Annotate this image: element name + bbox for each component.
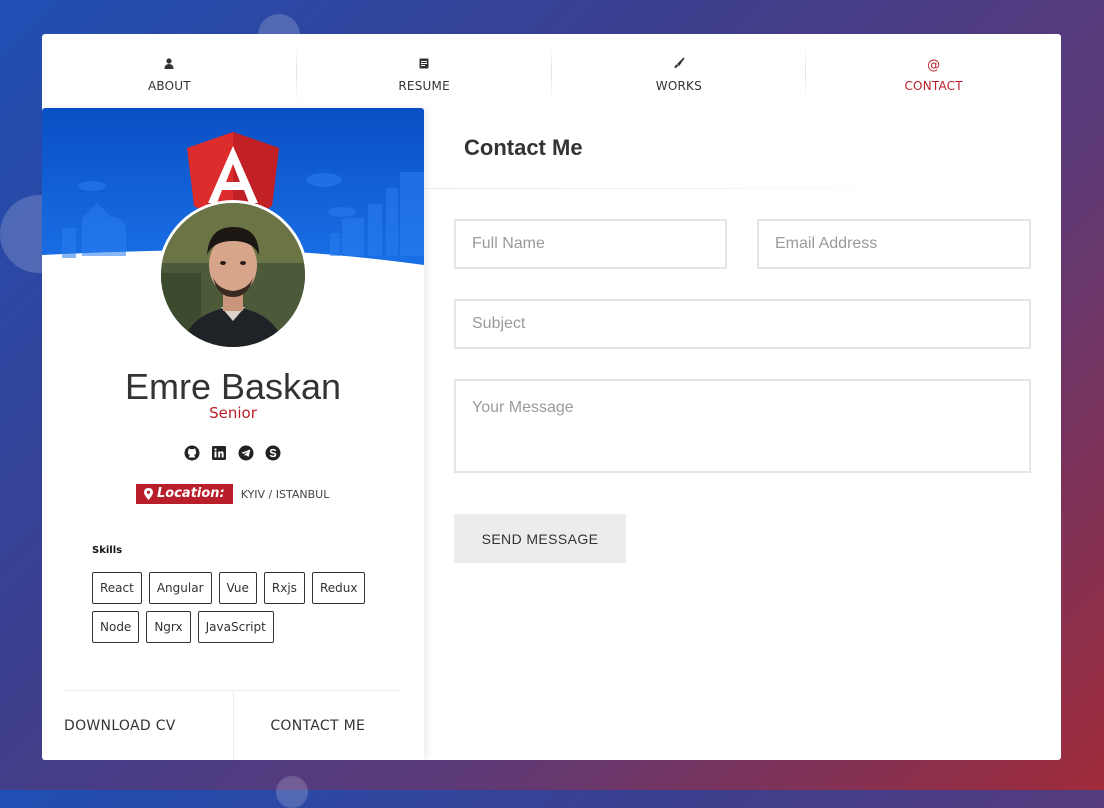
telegram-icon[interactable] <box>238 445 254 461</box>
decor-bubble <box>276 776 308 808</box>
tab-about-label: ABOUT <box>147 79 191 93</box>
linkedin-icon[interactable] <box>211 445 227 461</box>
profile-name: Emre Baskan <box>124 366 342 407</box>
email-input[interactable] <box>757 219 1031 269</box>
full-name-input[interactable] <box>454 219 727 269</box>
profile-actions: DOWNLOAD CV CONTACT ME <box>62 690 402 760</box>
tab-contact-label: CONTACT <box>904 79 963 93</box>
location-value: KYIV / ISTANBUL <box>240 487 330 501</box>
tab-resume-label: RESUME <box>398 79 450 93</box>
location-row: Location: KYIV / ISTANBUL <box>136 484 329 504</box>
location-label: Location: <box>157 486 225 501</box>
top-nav: ABOUT RESUME WORKS @ CONTACT <box>42 34 1061 108</box>
skill-tag: JavaScript <box>197 611 274 643</box>
location-badge: Location: <box>136 484 233 504</box>
tab-contact[interactable]: @ CONTACT <box>806 34 1061 108</box>
social-links <box>184 445 281 461</box>
main-card: ABOUT RESUME WORKS @ CONTACT Emre Baskan… <box>42 34 1061 760</box>
skill-tag: Vue <box>218 572 257 604</box>
brush-icon <box>673 57 685 75</box>
download-cv-button[interactable]: DOWNLOAD CV <box>62 691 234 760</box>
user-icon <box>164 57 174 75</box>
tab-about[interactable]: ABOUT <box>42 34 297 108</box>
profile-card: Emre Baskan Senior Location: KYIV / ISTA… <box>42 108 424 760</box>
skill-tag: React <box>92 572 142 604</box>
tab-works-label: WORKS <box>655 79 702 93</box>
skills-list: React Angular Vue Rxjs Redux Node Ngrx J… <box>92 572 382 643</box>
title-divider <box>424 188 954 189</box>
map-pin-icon <box>144 487 153 500</box>
skill-tag: Redux <box>311 572 366 604</box>
skill-tag: Ngrx <box>146 611 191 643</box>
profile-role: Senior <box>209 404 257 422</box>
subject-input[interactable] <box>454 299 1031 349</box>
skill-tag: Node <box>92 611 140 643</box>
contact-me-button[interactable]: CONTACT ME <box>234 691 403 760</box>
page-title: Contact Me <box>464 135 583 160</box>
github-icon[interactable] <box>184 445 200 461</box>
skype-icon[interactable] <box>265 445 281 461</box>
tab-works[interactable]: WORKS <box>552 34 807 108</box>
skill-tag: Rxjs <box>263 572 305 604</box>
avatar <box>158 200 308 350</box>
message-textarea[interactable] <box>454 379 1031 473</box>
send-message-button[interactable]: SEND MESSAGE <box>454 514 626 563</box>
tab-resume[interactable]: RESUME <box>297 34 552 108</box>
skill-tag: Angular <box>148 572 212 604</box>
skills-title: Skills <box>92 545 123 556</box>
document-icon <box>419 57 429 75</box>
at-icon: @ <box>927 58 941 73</box>
